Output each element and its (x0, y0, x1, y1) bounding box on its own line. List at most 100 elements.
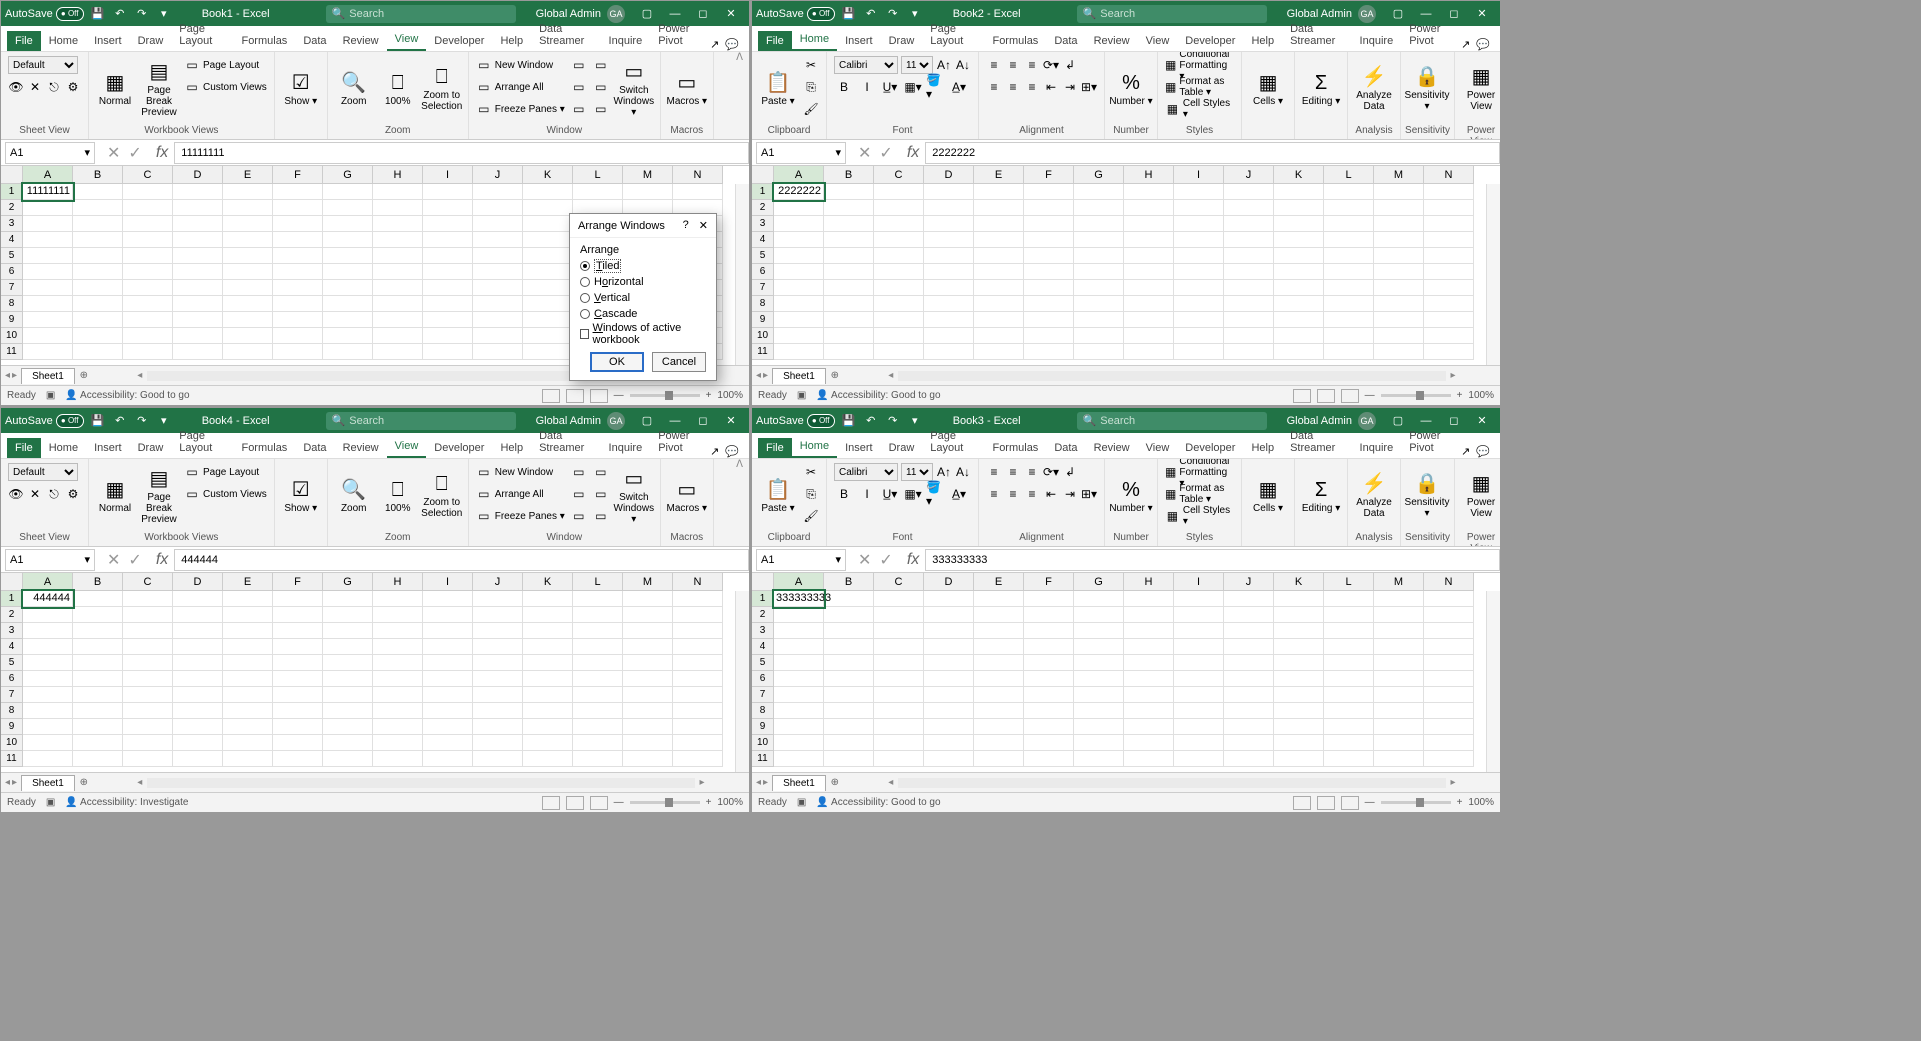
horizontal-scrollbar[interactable]: ◂▸ (844, 370, 1500, 381)
column-header[interactable]: B (824, 166, 874, 184)
cell[interactable] (573, 623, 623, 639)
cell[interactable] (23, 216, 73, 232)
tab-review[interactable]: Review (335, 31, 387, 51)
window-small-btn[interactable]: ▭ (568, 483, 590, 505)
cell[interactable] (173, 216, 223, 232)
tab-data[interactable]: Data (1046, 31, 1085, 51)
column-header[interactable]: J (473, 166, 523, 184)
align-icon[interactable]: ⇥ (1062, 486, 1078, 502)
tab-data-streamer[interactable]: Data Streamer (531, 19, 600, 51)
cancel-formula-icon[interactable]: ✕ (107, 143, 120, 163)
cell[interactable] (1274, 312, 1324, 328)
user-name[interactable]: Global Admin (536, 8, 601, 20)
cell[interactable] (1374, 200, 1424, 216)
cell[interactable] (623, 719, 673, 735)
cell[interactable] (1224, 328, 1274, 344)
cell[interactable] (824, 200, 874, 216)
align-icon[interactable]: ⇥ (1062, 79, 1078, 95)
cell[interactable] (824, 328, 874, 344)
cell[interactable] (373, 703, 423, 719)
cell[interactable] (423, 735, 473, 751)
cell[interactable] (924, 232, 974, 248)
column-header[interactable]: B (73, 573, 123, 591)
column-header[interactable]: E (223, 573, 273, 591)
cell[interactable] (23, 328, 73, 344)
cell[interactable] (123, 280, 173, 296)
cell[interactable] (273, 703, 323, 719)
cell[interactable] (774, 344, 824, 360)
cell[interactable] (273, 280, 323, 296)
column-header[interactable]: E (974, 573, 1024, 591)
cell[interactable] (1074, 264, 1124, 280)
cell[interactable] (173, 591, 223, 607)
tab-data[interactable]: Data (1046, 438, 1085, 458)
cell[interactable] (1424, 344, 1474, 360)
radio-cascade[interactable] (580, 309, 590, 319)
cell[interactable] (573, 719, 623, 735)
avatar[interactable]: GA (607, 5, 625, 23)
cell[interactable] (924, 671, 974, 687)
cell[interactable] (1324, 264, 1374, 280)
power-view-button[interactable]: ▦Power View (1459, 461, 1500, 529)
cell[interactable] (1374, 751, 1424, 767)
align-icon[interactable]: ≡ (1005, 486, 1021, 502)
cell[interactable] (123, 671, 173, 687)
view-mode-button[interactable] (542, 796, 560, 810)
cell[interactable] (373, 639, 423, 655)
view-mode-button[interactable] (542, 389, 560, 403)
cell[interactable] (1174, 344, 1224, 360)
cell[interactable] (373, 751, 423, 767)
cell[interactable] (473, 296, 523, 312)
cell[interactable] (1324, 703, 1374, 719)
cell[interactable] (1224, 751, 1274, 767)
cell[interactable] (1124, 280, 1174, 296)
cell[interactable] (523, 296, 573, 312)
column-header[interactable]: N (673, 166, 723, 184)
cell[interactable] (523, 216, 573, 232)
cell[interactable] (23, 655, 73, 671)
cell[interactable] (523, 655, 573, 671)
cell[interactable] (1424, 248, 1474, 264)
cell[interactable] (924, 655, 974, 671)
save-icon[interactable]: 💾 (841, 6, 857, 22)
cell[interactable] (774, 216, 824, 232)
cell[interactable] (523, 607, 573, 623)
cell[interactable] (1424, 655, 1474, 671)
sheet-nav-icon[interactable]: ◂ (756, 370, 761, 381)
cell[interactable] (1174, 216, 1224, 232)
cell[interactable] (373, 184, 423, 200)
cell[interactable] (73, 671, 123, 687)
close-button[interactable]: ✕ (717, 411, 745, 431)
cell[interactable] (1174, 719, 1224, 735)
tab-view[interactable]: View (1138, 438, 1178, 458)
cell[interactable] (273, 344, 323, 360)
column-header[interactable]: H (1124, 166, 1174, 184)
cell[interactable] (1124, 296, 1174, 312)
cell[interactable] (1324, 344, 1374, 360)
cell[interactable] (423, 607, 473, 623)
cell[interactable] (1024, 232, 1074, 248)
cell[interactable] (874, 751, 924, 767)
cell[interactable] (223, 328, 273, 344)
cell[interactable] (73, 639, 123, 655)
accept-formula-icon[interactable]: ✓ (879, 550, 892, 570)
cell[interactable] (1124, 184, 1174, 200)
cell[interactable] (824, 312, 874, 328)
cell[interactable] (774, 328, 824, 344)
sheet-view-icon[interactable]: ⚙ (65, 79, 81, 95)
cell[interactable] (1374, 623, 1424, 639)
cell[interactable] (774, 296, 824, 312)
row-header[interactable]: 8 (752, 703, 774, 719)
cell[interactable] (123, 655, 173, 671)
normal-view[interactable]: ▦Normal (93, 54, 137, 122)
cell[interactable] (1024, 216, 1074, 232)
cell[interactable] (73, 607, 123, 623)
sheet-nav-icon[interactable]: ▸ (763, 777, 768, 788)
sheet-nav-icon[interactable]: ◂ (5, 777, 10, 788)
cell[interactable] (173, 687, 223, 703)
cell[interactable] (924, 703, 974, 719)
comments-icon[interactable]: 💬 (725, 445, 739, 458)
cell[interactable] (73, 248, 123, 264)
zoom-to-selection-button[interactable]: ⎕Zoom to Selection (420, 461, 464, 529)
row-header[interactable]: 6 (752, 264, 774, 280)
